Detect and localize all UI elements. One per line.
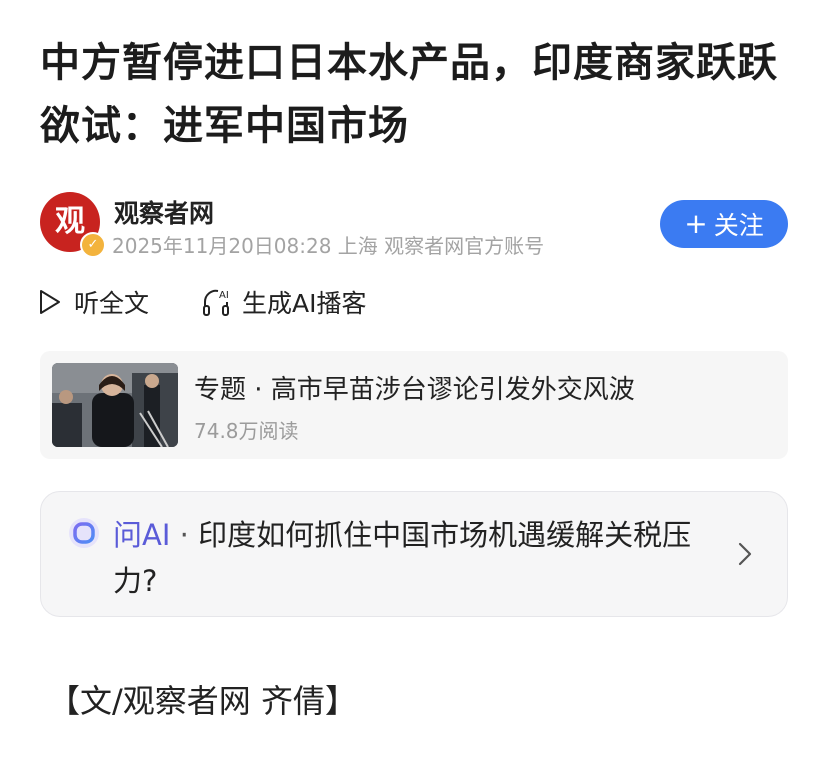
listen-full-button[interactable]: 听全文 bbox=[38, 282, 149, 322]
ask-ai-text: 问AI · 印度如何抓住中国市场机遇缓解关税压力? bbox=[113, 512, 713, 604]
headphones-ai-icon: AI bbox=[203, 289, 229, 316]
verified-badge-icon: ✓ bbox=[80, 232, 106, 258]
follow-label: 关注 bbox=[713, 211, 764, 240]
plus-icon: + bbox=[684, 207, 708, 240]
topic-title: 专题 · 高市早苗涉台谬论引发外交风波 bbox=[194, 375, 635, 405]
author-name[interactable]: 观察者网 bbox=[114, 194, 214, 230]
listen-label: 听全文 bbox=[74, 289, 150, 318]
author-avatar[interactable]: 观 ✓ bbox=[40, 192, 106, 258]
ask-ai-separator: · bbox=[170, 518, 199, 552]
chevron-right-icon bbox=[738, 542, 752, 566]
author-meta: 2025年11月20日08:28 上海 观察者网官方账号 bbox=[112, 234, 545, 258]
play-icon bbox=[40, 290, 60, 314]
podcast-badge: AI bbox=[219, 290, 229, 301]
article-title: 中方暂停进口日本水产品，印度商家跃跃欲试：进军中国市场 bbox=[40, 40, 778, 149]
topic-thumbnail bbox=[52, 363, 178, 447]
follow-button[interactable]: + 关注 bbox=[660, 200, 788, 248]
podcast-label: 生成AI播客 bbox=[242, 289, 367, 318]
topic-card[interactable]: 专题 · 高市早苗涉台谬论引发外交风波 74.8万阅读 bbox=[40, 351, 788, 459]
ask-ai-label: 问AI bbox=[113, 518, 171, 552]
generate-podcast-button[interactable]: AI 生成AI播客 bbox=[202, 282, 366, 322]
ask-ai-question: 印度如何抓住中国市场机遇缓解关税压力? bbox=[113, 518, 692, 598]
article-byline: 【文/观察者网 齐倩】 bbox=[48, 682, 357, 720]
ask-ai-card[interactable]: 问AI · 印度如何抓住中国市场机遇缓解关税压力? bbox=[40, 491, 788, 617]
ai-ring-icon bbox=[69, 518, 99, 548]
topic-read-count: 74.8万阅读 bbox=[194, 419, 299, 443]
